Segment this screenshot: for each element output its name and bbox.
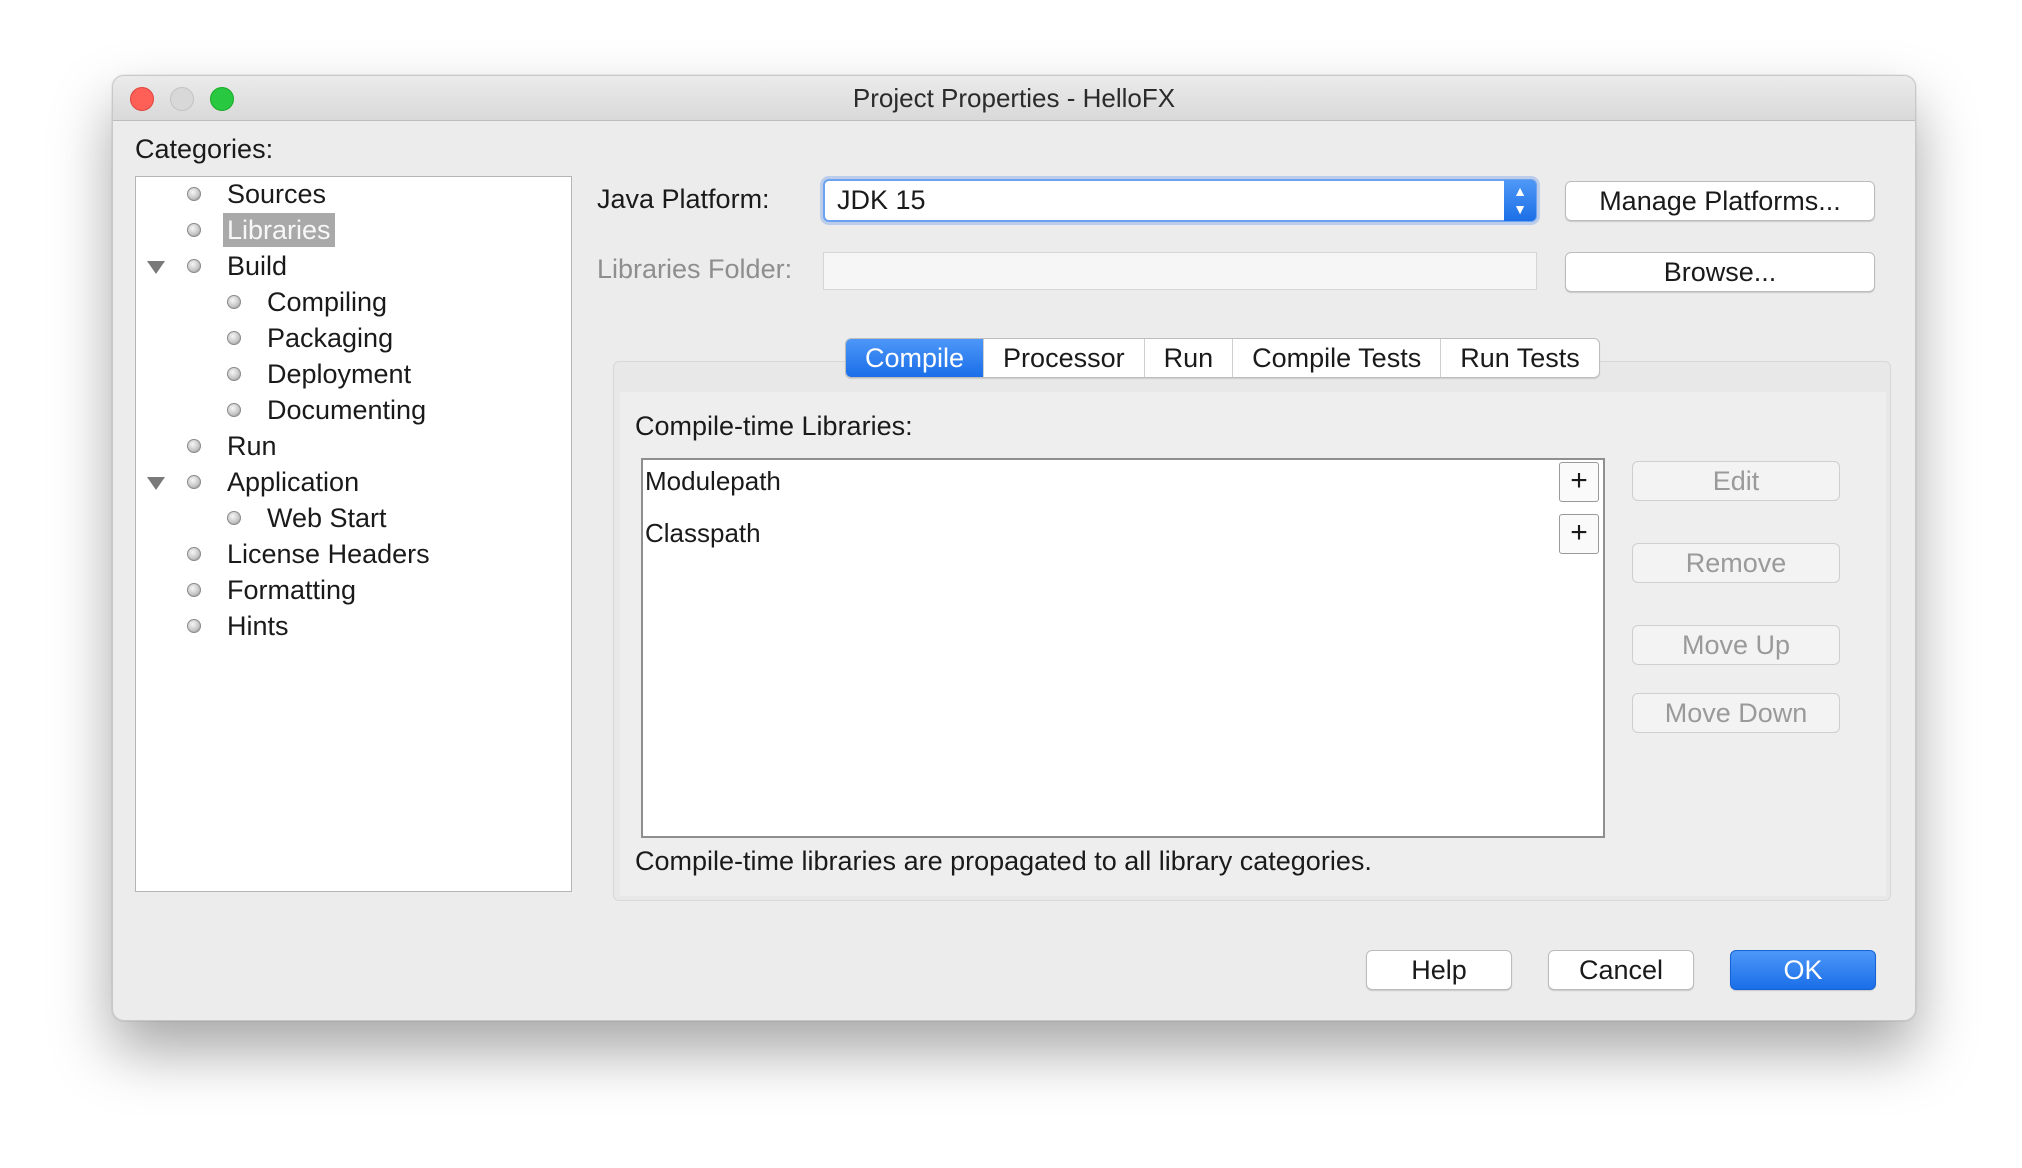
java-platform-value: JDK 15 [837, 185, 926, 215]
java-platform-label: Java Platform: [597, 184, 770, 214]
browse-button[interactable]: Browse... [1565, 252, 1875, 292]
categories-label: Categories: [135, 134, 274, 164]
tree-bullet-icon [187, 439, 201, 453]
tree-item-compiling[interactable]: Compiling [227, 284, 387, 320]
tree-bullet-icon [187, 259, 201, 273]
manage-platforms-button[interactable]: Manage Platforms... [1565, 181, 1875, 221]
ok-button[interactable]: OK [1730, 950, 1876, 990]
edit-button[interactable]: Edit [1632, 461, 1840, 501]
tree-item-sources[interactable]: Sources [187, 176, 326, 212]
tree-bullet-icon [227, 367, 241, 381]
tree-item-libraries[interactable]: Libraries [187, 212, 335, 248]
tree-item-license-headers[interactable]: License Headers [187, 536, 430, 572]
list-item-classpath[interactable]: Classpath [645, 513, 761, 553]
tree-bullet-icon [187, 619, 201, 633]
project-properties-dialog: Project Properties - HelloFX Categories:… [112, 75, 1916, 1021]
tree-item-packaging[interactable]: Packaging [227, 320, 393, 356]
tree-bullet-icon [227, 295, 241, 309]
tree-bullet-icon [187, 187, 201, 201]
tree-bullet-icon [187, 547, 201, 561]
tree-item-application[interactable]: Application [147, 464, 359, 500]
tab-compile[interactable]: Compile [846, 339, 985, 377]
tree-item-web-start[interactable]: Web Start [227, 500, 387, 536]
add-modulepath-button[interactable]: + [1559, 462, 1599, 502]
tree-bullet-icon [187, 583, 201, 597]
tab-run-tests[interactable]: Run Tests [1441, 339, 1599, 377]
tree-bullet-icon [227, 403, 241, 417]
tab-processor[interactable]: Processor [984, 339, 1145, 377]
tree-item-deployment[interactable]: Deployment [227, 356, 411, 392]
chevron-up-down-icon[interactable]: ▲ ▼ [1504, 180, 1536, 221]
tree-item-formatting[interactable]: Formatting [187, 572, 356, 608]
cancel-button[interactable]: Cancel [1548, 950, 1694, 990]
move-up-button[interactable]: Move Up [1632, 625, 1840, 665]
libraries-folder-field[interactable] [823, 252, 1537, 290]
java-platform-select[interactable]: JDK 15 ▲ ▼ [823, 179, 1537, 222]
tree-bullet-icon [227, 331, 241, 345]
expand-triangle-icon[interactable] [147, 477, 165, 490]
tree-bullet-icon [187, 223, 201, 237]
compile-libraries-note: Compile-time libraries are propagated to… [635, 846, 1372, 876]
tab-bar: Compile Processor Run Compile Tests Run … [845, 338, 1600, 378]
tree-item-build[interactable]: Build [147, 248, 287, 284]
libraries-folder-label: Libraries Folder: [597, 254, 793, 284]
help-button[interactable]: Help [1366, 950, 1512, 990]
compile-time-libraries-heading: Compile-time Libraries: [635, 411, 913, 441]
window-title: Project Properties - HelloFX [852, 83, 1176, 113]
compile-libraries-list[interactable]: Modulepath + Classpath + [641, 458, 1605, 838]
list-item-modulepath[interactable]: Modulepath [645, 461, 781, 501]
categories-tree[interactable]: Sources Libraries Build Compiling Packag… [135, 176, 572, 892]
add-classpath-button[interactable]: + [1559, 514, 1599, 554]
expand-triangle-icon[interactable] [147, 261, 165, 274]
tree-bullet-icon [227, 511, 241, 525]
title-bar[interactable]: Project Properties - HelloFX [113, 76, 1915, 121]
tab-compile-tests[interactable]: Compile Tests [1233, 339, 1442, 377]
tree-bullet-icon [187, 475, 201, 489]
move-down-button[interactable]: Move Down [1632, 693, 1840, 733]
tree-item-run[interactable]: Run [187, 428, 277, 464]
remove-button[interactable]: Remove [1632, 543, 1840, 583]
tab-run[interactable]: Run [1145, 339, 1234, 377]
screen: Project Properties - HelloFX Categories:… [0, 0, 2022, 1168]
tree-item-documenting[interactable]: Documenting [227, 392, 426, 428]
tree-item-hints[interactable]: Hints [187, 608, 289, 644]
